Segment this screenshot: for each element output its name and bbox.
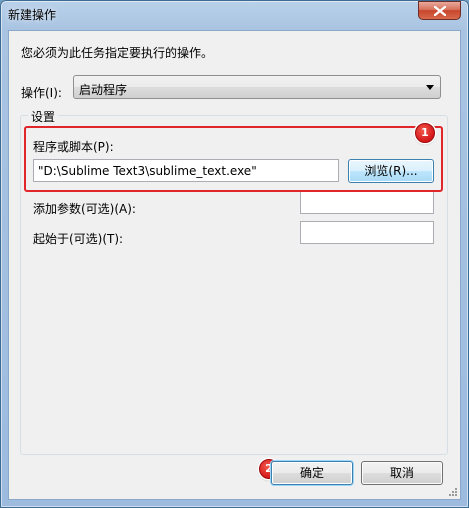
title-bar[interactable]: 新建操作 [0,0,469,28]
window-title: 新建操作 [8,8,57,22]
cancel-button[interactable]: 取消 [361,461,443,485]
annotation-marker-1: 1 [415,123,435,143]
ok-button[interactable]: 确定 [271,461,353,485]
arguments-input[interactable] [300,191,434,214]
settings-group-title: 设置 [28,108,59,125]
action-label: 操作(I): [21,86,62,100]
start-in-label: 起始于(可选)(T): [33,232,124,246]
action-dropdown-value: 启动程序 [79,83,128,97]
dialog-window: 新建操作 您必须为此任务指定要执行的操作。 操作(I): 启动程序 设置 程序或… [0,0,469,508]
instruction-text: 您必须为此任务指定要执行的操作。 [21,46,214,60]
annotation-highlight-box [24,126,443,192]
chevron-down-icon [426,85,434,90]
action-dropdown[interactable]: 启动程序 [73,75,441,99]
close-button[interactable] [418,1,461,20]
dialog-client-area: 您必须为此任务指定要执行的操作。 操作(I): 启动程序 设置 程序或脚本(P)… [8,30,461,500]
close-icon [434,6,446,16]
arguments-label: 添加参数(可选)(A): [33,202,136,216]
resize-grip-icon[interactable] [448,487,458,497]
start-in-input[interactable] [300,221,434,244]
